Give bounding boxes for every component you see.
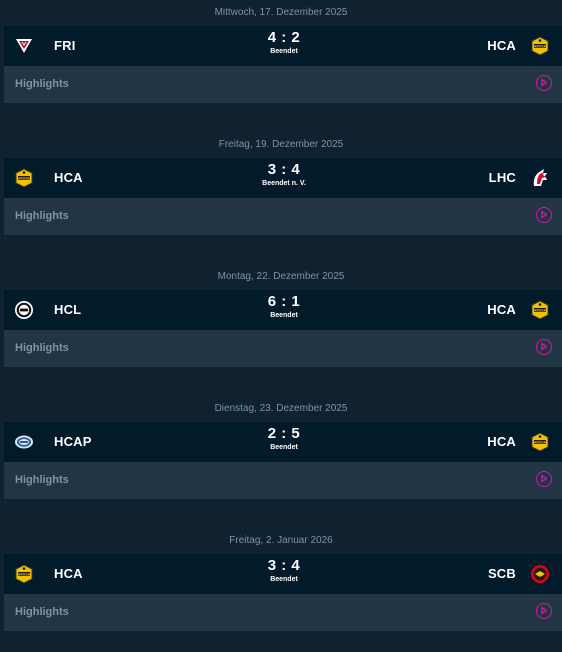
game-date: Montag, 22. Dezember 2025 — [217, 271, 345, 282]
match-row[interactable]: HCL 6 : 1 Beendet HCA — [4, 290, 562, 330]
away-team-logo-icon — [533, 169, 547, 186]
home-team-logo-icon — [15, 168, 33, 188]
away-team-abbr: LHC — [488, 170, 516, 185]
score: 3 : 4 — [267, 161, 301, 178]
away-team-abbr: SCB — [487, 566, 516, 581]
away-team-logo-icon — [531, 300, 549, 320]
away-team-abbr: HCA — [487, 38, 516, 53]
match-row[interactable]: FRI 4 : 2 Beendet HCA — [4, 26, 562, 66]
away-team-logo-icon — [531, 36, 549, 56]
play-icon[interactable] — [536, 471, 552, 487]
highlights-row[interactable]: Highlights — [4, 330, 562, 367]
match-row[interactable]: HCA 3 : 4 Beendet SCB — [4, 554, 562, 594]
highlights-label: Highlights — [15, 210, 69, 222]
home-team-logo-icon — [15, 564, 33, 584]
game-card: Freitag, 2. Januar 2026 HCA 3 : 4 Beende… — [0, 528, 562, 652]
game-card: Mittwoch, 17. Dezember 2025 FRI 4 : 2 Be… — [0, 0, 562, 124]
highlights-label: Highlights — [15, 342, 69, 354]
game-date: Freitag, 19. Dezember 2025 — [218, 139, 344, 150]
score: 6 : 1 — [267, 293, 301, 310]
score: 4 : 2 — [267, 29, 301, 46]
away-team-abbr: HCA — [487, 302, 516, 317]
play-icon[interactable] — [536, 603, 552, 619]
score-block: 3 : 4 Beendet n. V. — [234, 162, 334, 189]
highlights-row[interactable]: Highlights — [4, 66, 562, 103]
home-team-abbr: HCA — [54, 566, 83, 581]
game-status: Beendet — [270, 48, 298, 55]
game-card: Montag, 22. Dezember 2025 HCL 6 : 1 Been… — [0, 264, 562, 388]
away-team-logo-icon — [531, 565, 549, 583]
game-card: Freitag, 19. Dezember 2025 HCA 3 : 4 Bee… — [0, 132, 562, 256]
game-status: Beendet — [270, 312, 298, 319]
score-block: 2 : 5 Beendet — [234, 426, 334, 453]
highlights-row[interactable]: Highlights — [4, 594, 562, 631]
score-block: 4 : 2 Beendet — [234, 30, 334, 57]
highlights-label: Highlights — [15, 606, 69, 618]
highlights-row[interactable]: Highlights — [4, 198, 562, 235]
game-date: Freitag, 2. Januar 2026 — [229, 535, 333, 546]
game-date: Mittwoch, 17. Dezember 2025 — [214, 7, 348, 18]
play-icon[interactable] — [536, 75, 552, 91]
home-team-logo-icon — [15, 38, 33, 54]
home-team-abbr: HCL — [54, 302, 82, 317]
home-team-abbr: FRI — [54, 38, 76, 53]
score-block: 6 : 1 Beendet — [234, 294, 334, 321]
home-team-logo-icon — [15, 301, 33, 319]
game-status: Beendet — [270, 444, 298, 451]
game-card: Dienstag, 23. Dezember 2025 HCAP 2 : 5 B… — [0, 396, 562, 520]
game-status: Beendet — [270, 576, 298, 583]
highlights-label: Highlights — [15, 474, 69, 486]
home-team-abbr: HCA — [54, 170, 83, 185]
play-icon[interactable] — [536, 339, 552, 355]
home-team-abbr: HCAP — [54, 434, 92, 449]
play-icon[interactable] — [536, 207, 552, 223]
match-row[interactable]: HCA 3 : 4 Beendet n. V. LHC — [4, 158, 562, 198]
score-block: 3 : 4 Beendet — [234, 558, 334, 585]
away-team-abbr: HCA — [487, 434, 516, 449]
highlights-label: Highlights — [15, 78, 69, 90]
home-team-logo-icon — [15, 435, 33, 449]
highlights-row[interactable]: Highlights — [4, 462, 562, 499]
game-date: Dienstag, 23. Dezember 2025 — [214, 403, 348, 414]
game-status: Beendet n. V. — [262, 180, 306, 187]
score: 3 : 4 — [267, 557, 301, 574]
score: 2 : 5 — [267, 425, 301, 442]
match-row[interactable]: HCAP 2 : 5 Beendet HCA — [4, 422, 562, 462]
away-team-logo-icon — [531, 432, 549, 452]
